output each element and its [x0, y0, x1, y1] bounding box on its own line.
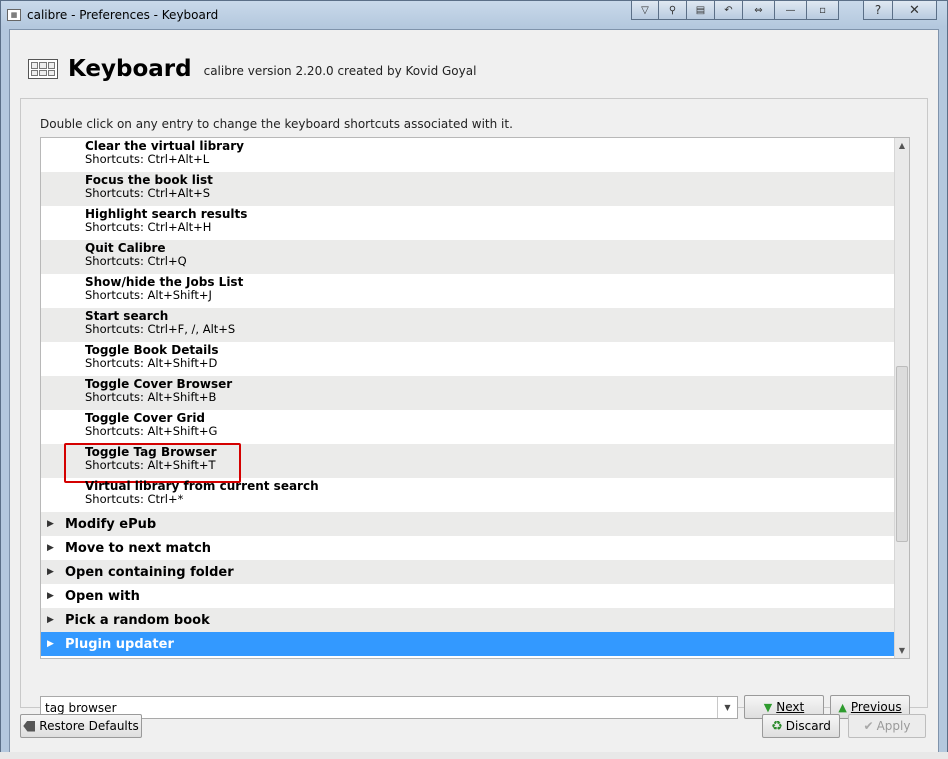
- close-icon[interactable]: ✕: [893, 1, 937, 20]
- expand-arrow-icon[interactable]: ▶: [47, 543, 65, 553]
- restore-defaults-label: Restore Defaults: [39, 719, 139, 733]
- shortcut-name: Toggle Tag Browser: [85, 445, 217, 459]
- up-arrow-icon: ▲: [838, 700, 847, 714]
- category-row[interactable]: ▶ Open with: [41, 584, 894, 608]
- calibre-app-icon: ▦: [7, 8, 21, 21]
- category-label: Modify ePub: [65, 516, 157, 532]
- background-window-strip: [0, 752, 948, 759]
- shortcut-row[interactable]: Toggle Book Details Shortcuts: Alt+Shift…: [41, 342, 894, 376]
- undo-icon[interactable]: ↶: [715, 1, 743, 20]
- apply-button[interactable]: ✔ Apply: [848, 714, 926, 738]
- chevron-down-icon[interactable]: ▼: [717, 697, 737, 718]
- expand-arrow-icon[interactable]: ▶: [47, 567, 65, 577]
- vertical-scrollbar[interactable]: ▲ ▼: [894, 138, 909, 658]
- shortcut-keys: Shortcuts: Ctrl+F, /, Alt+S: [85, 322, 236, 336]
- shortcut-row[interactable]: Virtual library from current search Shor…: [41, 478, 894, 512]
- page-header: Keyboard calibre version 2.20.0 created …: [28, 54, 476, 84]
- shortcut-row[interactable]: Focus the book list Shortcuts: Ctrl+Alt+…: [41, 172, 894, 206]
- search-combobox[interactable]: ▼: [40, 696, 738, 719]
- expand-arrow-icon[interactable]: ▶: [47, 591, 65, 601]
- shortcut-keys: Shortcuts: Ctrl+Q: [85, 254, 187, 268]
- category-row[interactable]: ▶ Move to next match: [41, 536, 894, 560]
- instruction-text: Double click on any entry to change the …: [40, 117, 513, 131]
- shortcut-row[interactable]: Toggle Cover Browser Shortcuts: Alt+Shif…: [41, 376, 894, 410]
- shortcut-row[interactable]: Toggle Cover Grid Shortcuts: Alt+Shift+G: [41, 410, 894, 444]
- next-label: Next: [776, 700, 805, 714]
- shortcut-row[interactable]: Clear the virtual library Shortcuts: Ctr…: [41, 138, 894, 172]
- scroll-up-icon[interactable]: ▲: [895, 138, 909, 153]
- resize-icon[interactable]: ⇔: [743, 1, 775, 20]
- shortcut-name: Quit Calibre: [85, 241, 166, 255]
- category-label: Move to next match: [65, 540, 212, 556]
- shortcuts-rows: Clear the virtual library Shortcuts: Ctr…: [41, 138, 894, 656]
- category-label: Plugin updater: [65, 636, 174, 652]
- title-bar-controls: ? ✕: [863, 1, 937, 20]
- backspace-icon: [23, 720, 36, 732]
- shortcut-keys: Shortcuts: Alt+Shift+T: [85, 458, 216, 472]
- category-row[interactable]: ▶ Pick a random book: [41, 608, 894, 632]
- search-input[interactable]: [41, 697, 717, 718]
- shortcut-row[interactable]: Start search Shortcuts: Ctrl+F, /, Alt+S: [41, 308, 894, 342]
- shortcut-name: Virtual library from current search: [85, 479, 319, 493]
- scrollbar-thumb[interactable]: [896, 366, 908, 542]
- category-label: Open containing folder: [65, 564, 234, 580]
- apply-label: Apply: [876, 719, 911, 733]
- category-label: Open with: [65, 588, 140, 604]
- shortcut-row[interactable]: Quit Calibre Shortcuts: Ctrl+Q: [41, 240, 894, 274]
- shortcut-keys: Shortcuts: Ctrl+Alt+H: [85, 220, 212, 234]
- recycle-icon: ♻: [771, 718, 783, 734]
- title-bar[interactable]: ▦ calibre - Preferences - Keyboard ▽ ⚲ ▤…: [1, 1, 947, 28]
- pin-icon[interactable]: ⚲: [659, 1, 687, 20]
- expand-arrow-icon[interactable]: ▶: [47, 615, 65, 625]
- expand-arrow-icon[interactable]: ▶: [47, 639, 65, 649]
- minimize-icon[interactable]: —: [775, 1, 807, 20]
- window-title: calibre - Preferences - Keyboard: [27, 7, 219, 22]
- shortcut-row[interactable]: Show/hide the Jobs List Shortcuts: Alt+S…: [41, 274, 894, 308]
- scroll-down-icon[interactable]: ▼: [895, 643, 909, 658]
- shortcut-keys: Shortcuts: Ctrl+Alt+S: [85, 186, 211, 200]
- previous-label: Previous: [850, 700, 902, 714]
- page-title: Keyboard: [68, 56, 192, 82]
- preferences-window: ▦ calibre - Preferences - Keyboard ▽ ⚲ ▤…: [0, 0, 948, 759]
- category-label: Pick a random book: [65, 612, 210, 628]
- dialog-client-area: Keyboard calibre version 2.20.0 created …: [9, 29, 939, 753]
- shortcut-keys: Shortcuts: Alt+Shift+B: [85, 390, 217, 404]
- shortcut-row-highlighted[interactable]: Toggle Tag Browser Shortcuts: Alt+Shift+…: [41, 443, 894, 483]
- keyboard-icon: [28, 59, 58, 79]
- discard-button[interactable]: ♻ Discard: [762, 714, 840, 738]
- keyboard-settings-panel: Double click on any entry to change the …: [20, 98, 928, 719]
- version-text: calibre version 2.20.0 created by Kovid …: [203, 64, 477, 78]
- restore-defaults-button[interactable]: Restore Defaults: [20, 714, 142, 738]
- category-row-selected[interactable]: ▶ Plugin updater: [41, 632, 894, 656]
- rollup-icon[interactable]: ▽: [631, 1, 659, 20]
- shortcut-keys: Shortcuts: Ctrl+Alt+L: [85, 152, 210, 166]
- checkmark-icon: ✔: [863, 719, 874, 733]
- category-row[interactable]: ▶ Modify ePub: [41, 512, 894, 536]
- discard-label: Discard: [785, 719, 831, 733]
- window-list-icon[interactable]: ▤: [687, 1, 715, 20]
- title-bar-extra-controls: ▽ ⚲ ▤ ↶ ⇔ — ▫: [631, 1, 839, 21]
- expand-arrow-icon[interactable]: ▶: [47, 519, 65, 529]
- shortcut-keys: Shortcuts: Alt+Shift+G: [85, 424, 218, 438]
- shortcut-keys: Shortcuts: Alt+Shift+J: [85, 288, 212, 302]
- restore-icon[interactable]: ▫: [807, 1, 839, 20]
- shortcut-keys: Shortcuts: Alt+Shift+D: [85, 356, 218, 370]
- shortcuts-tree[interactable]: Clear the virtual library Shortcuts: Ctr…: [40, 137, 910, 659]
- shortcut-row[interactable]: Highlight search results Shortcuts: Ctrl…: [41, 206, 894, 240]
- help-icon[interactable]: ?: [863, 1, 893, 20]
- down-arrow-icon: ▼: [763, 700, 773, 714]
- category-row[interactable]: ▶ Open containing folder: [41, 560, 894, 584]
- shortcut-keys: Shortcuts: Ctrl+*: [85, 492, 184, 506]
